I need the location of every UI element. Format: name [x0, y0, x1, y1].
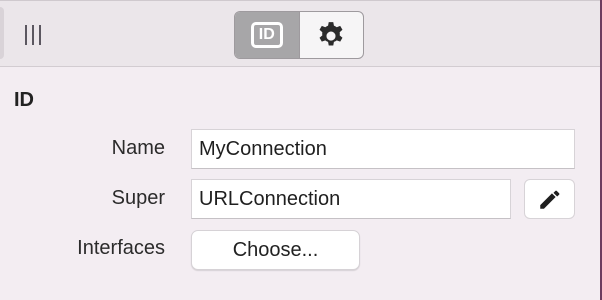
- name-label: Name: [111, 137, 165, 159]
- inspector-toolbar: ID: [0, 0, 600, 67]
- identity-tab[interactable]: ID: [235, 12, 300, 58]
- edit-super-button[interactable]: [524, 179, 575, 219]
- choose-interfaces-button[interactable]: Choose...: [191, 230, 360, 270]
- settings-tab[interactable]: [300, 12, 364, 58]
- inspector-panel: ID ID Name Super Interfaces Choose...: [0, 0, 600, 300]
- sidebar-edge: [0, 7, 4, 59]
- inspector-segmented-control: ID: [234, 11, 364, 59]
- pencil-icon: [539, 190, 559, 209]
- drag-handle-icon[interactable]: [25, 25, 41, 45]
- super-field[interactable]: [191, 179, 511, 219]
- name-field[interactable]: [191, 129, 575, 169]
- section-title: ID: [14, 89, 34, 111]
- id-icon: ID: [250, 22, 283, 48]
- interfaces-label: Interfaces: [77, 237, 165, 259]
- gear-icon: [319, 22, 343, 46]
- super-label: Super: [111, 187, 165, 209]
